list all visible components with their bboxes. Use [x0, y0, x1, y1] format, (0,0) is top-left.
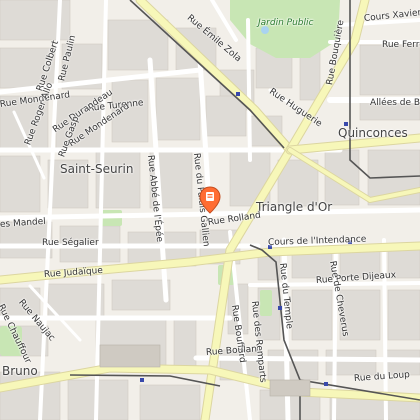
street-label-allees-de-bristol: Allées de Bri — [370, 98, 420, 108]
area-label-quinconces: Quinconces — [338, 126, 408, 140]
street-label-rue-segalier: Rue Ségalier — [42, 238, 99, 248]
area-label-saint-seurin: Saint-Seurin — [60, 162, 134, 176]
map-view[interactable]: Saint-Seurin Triangle d'Or Quinconces Br… — [0, 0, 420, 420]
area-label-bruno: Bruno — [2, 364, 38, 378]
street-label-rue-ferrere: Rue Ferrère — [382, 40, 420, 50]
map-pin-icon[interactable] — [199, 186, 221, 214]
area-label-triangle-dor: Triangle d'Or — [256, 200, 333, 214]
park-label-jardin-public: Jardin Public — [258, 18, 314, 28]
map-pin-shape — [199, 186, 221, 214]
